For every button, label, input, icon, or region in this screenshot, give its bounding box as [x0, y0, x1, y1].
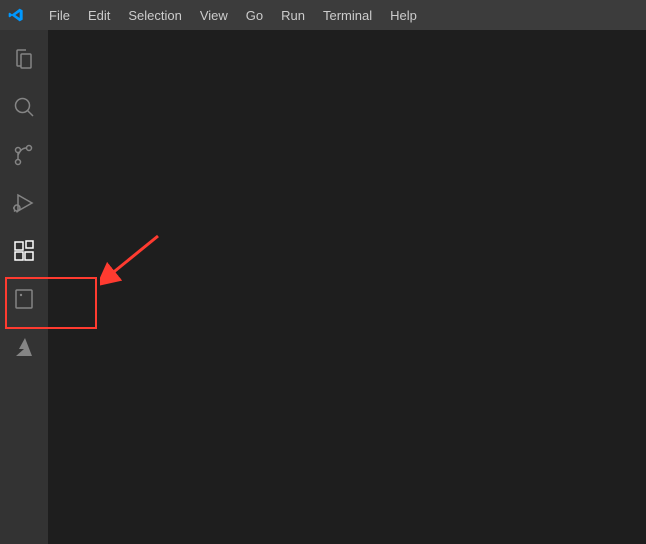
menu-terminal[interactable]: Terminal: [314, 0, 381, 30]
azure-icon: [12, 335, 36, 362]
titlebar: File Edit Selection View Go Run Terminal…: [0, 0, 646, 30]
menu-go[interactable]: Go: [237, 0, 272, 30]
activity-bar: [0, 30, 48, 544]
activity-source-control[interactable]: [0, 132, 48, 180]
workbench: [0, 30, 646, 544]
vscode-logo-icon: [8, 7, 24, 23]
explorer-icon: [12, 47, 36, 74]
menu-selection[interactable]: Selection: [119, 0, 190, 30]
activity-explorer[interactable]: [0, 36, 48, 84]
search-icon: [12, 95, 36, 122]
menu-edit[interactable]: Edit: [79, 0, 119, 30]
activity-search[interactable]: [0, 84, 48, 132]
menu-run[interactable]: Run: [272, 0, 314, 30]
menu-file[interactable]: File: [40, 0, 79, 30]
run-debug-icon: [12, 191, 36, 218]
remote-explorer-icon: [12, 287, 36, 314]
activity-run-debug[interactable]: [0, 180, 48, 228]
source-control-icon: [12, 143, 36, 170]
menu-bar: File Edit Selection View Go Run Terminal…: [40, 0, 426, 30]
activity-extensions[interactable]: [0, 228, 48, 276]
menu-help[interactable]: Help: [381, 0, 426, 30]
activity-azure[interactable]: [0, 324, 48, 372]
menu-view[interactable]: View: [191, 0, 237, 30]
activity-remote-explorer[interactable]: [0, 276, 48, 324]
extensions-icon: [12, 239, 36, 266]
editor-area: [48, 30, 646, 544]
